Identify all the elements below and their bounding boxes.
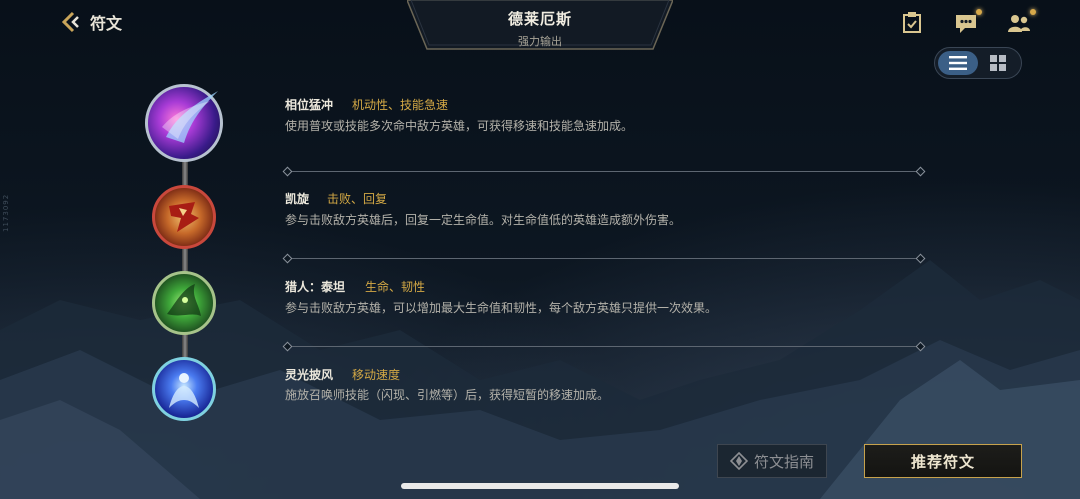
hero-title-plate: 德莱厄斯 强力输出 xyxy=(407,0,673,50)
rune-nimbus-cloak-icon[interactable] xyxy=(152,357,216,421)
rune-description: 参与击败敌方英雄后，回复一定生命值。对生命值低的英雄造成额外伤害。 xyxy=(285,213,682,227)
friends-icon xyxy=(1008,15,1030,32)
friends-notification-dot xyxy=(1030,9,1036,15)
rune-name: 凯旋 xyxy=(285,192,310,206)
rune-tags: 移动速度 xyxy=(352,368,401,382)
mountain-background xyxy=(0,260,1080,499)
rune-chain xyxy=(182,150,188,370)
hero-name: 德莱厄斯 xyxy=(507,10,572,28)
view-toggle xyxy=(934,47,1022,79)
rune-ravenous-titan-icon[interactable] xyxy=(152,271,216,335)
back-chevron-icon xyxy=(61,11,79,33)
rune-guide-icon xyxy=(729,452,748,470)
chat-notification-dot xyxy=(976,9,982,15)
grid-view-button[interactable] xyxy=(978,51,1018,75)
chat-icon xyxy=(956,15,976,33)
hero-role: 强力输出 xyxy=(518,35,562,48)
friends-button[interactable] xyxy=(1006,9,1036,36)
rune-divider xyxy=(287,258,921,259)
rune-tags: 生命、韧性 xyxy=(365,280,426,294)
recommend-rune-button[interactable]: 推荐符文 xyxy=(864,444,1022,478)
rune-guide-button[interactable]: 符文指南 xyxy=(717,444,827,478)
rune-description: 参与击败敌方英雄，可以增加最大生命值和韧性，每个敌方英雄只提供一次效果。 xyxy=(285,301,718,315)
recommend-rune-label: 推荐符文 xyxy=(910,452,975,471)
task-button[interactable] xyxy=(899,10,925,36)
task-icon xyxy=(903,12,921,33)
rune-tags: 机动性、技能急速 xyxy=(352,98,449,112)
chat-button[interactable] xyxy=(953,9,982,36)
rune-triumph-icon[interactable] xyxy=(152,185,216,249)
rune-name: 猎人：泰坦 xyxy=(285,280,346,294)
grid-icon xyxy=(990,55,1006,71)
rune-divider xyxy=(287,171,921,172)
rune-name: 灵光披风 xyxy=(285,368,334,382)
rune-guide-label: 符文指南 xyxy=(753,452,814,471)
list-view-button[interactable] xyxy=(938,51,978,75)
back-button[interactable]: 符文 xyxy=(58,8,122,36)
rune-tags: 击败、回复 xyxy=(327,192,388,206)
rune-name: 相位猛冲 xyxy=(285,98,334,112)
list-icon xyxy=(949,56,967,70)
rune-divider xyxy=(287,346,921,347)
back-label: 符文 xyxy=(90,14,123,33)
rune-phase-rush-icon[interactable] xyxy=(145,84,223,162)
rune-description: 使用普攻或技能多次命中敌方英雄，可获得移速和技能急速加成。 xyxy=(285,119,634,133)
home-indicator[interactable] xyxy=(401,483,679,489)
rune-description: 施放召唤师技能（闪现、引燃等）后，获得短暂的移速加成。 xyxy=(285,388,610,402)
side-code: 1173092 xyxy=(2,193,10,232)
